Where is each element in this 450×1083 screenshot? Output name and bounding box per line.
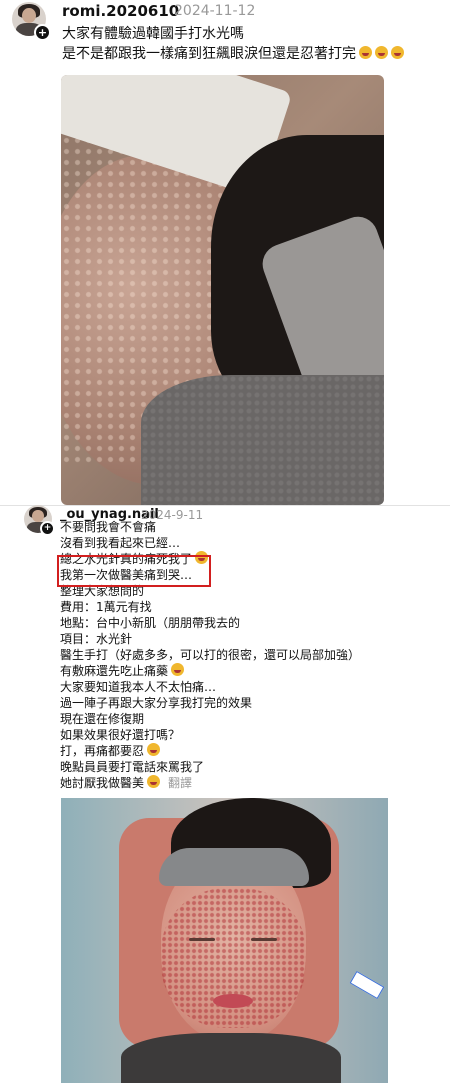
caption-line: 大家要知道我本人不太怕痛… bbox=[60, 680, 217, 694]
caption-line: 現在還在修復期 bbox=[60, 712, 145, 726]
crying-emoji-icon bbox=[147, 743, 161, 756]
post-romi: + romi.2020610 2024-11-12 大家有體驗過韓國手打水光嗎 … bbox=[0, 0, 450, 505]
username[interactable]: romi.2020610 bbox=[62, 2, 179, 20]
caption-line: 是不是都跟我一樣痛到狂飆眼淚但還是忍著打完 bbox=[62, 44, 404, 64]
caption-line: 費用：1萬元有找 bbox=[60, 600, 152, 614]
caption-line-text: 打，再痛都要忍 bbox=[60, 744, 145, 758]
caption-line: 如果效果很好還打嗎？ bbox=[60, 728, 181, 742]
post-ou-ynag: + _ou_ynag.nail 2024-9-11 不要問我會不會痛 沒看到我看… bbox=[0, 505, 450, 1083]
caption-line: 醫生手打（好處多多，可以打的很密，還可以局部加強） bbox=[60, 648, 361, 662]
follow-plus-icon[interactable]: + bbox=[34, 24, 51, 41]
caption-line-text: 她討厭我做醫美 bbox=[60, 776, 145, 790]
caption-line: 項目：水光針 bbox=[60, 632, 133, 646]
rolling-laughing-emoji-icon bbox=[147, 775, 161, 788]
caption-line: 過一陣子再跟大家分享我打完的效果 bbox=[60, 696, 253, 710]
post-photo[interactable] bbox=[61, 798, 388, 1083]
post-date: 2024-11-12 bbox=[174, 3, 256, 19]
caption-line: 有敷麻還先吃止痛藥 bbox=[60, 663, 440, 679]
rolling-laughing-emoji-icon bbox=[375, 46, 388, 59]
rolling-laughing-emoji-icon bbox=[359, 46, 372, 59]
highlight-box bbox=[57, 555, 211, 587]
caption-line: 她討厭我做醫美 翻譯 bbox=[60, 775, 440, 791]
translate-link[interactable]: 翻譯 bbox=[168, 776, 192, 790]
caption-line: 沒看到我看起來已經… bbox=[60, 536, 181, 550]
pill-emoji-icon bbox=[171, 663, 185, 676]
follow-plus-icon[interactable]: + bbox=[40, 521, 55, 536]
caption-line-text: 是不是都跟我一樣痛到狂飆眼淚但還是忍著打完 bbox=[62, 46, 356, 62]
rolling-laughing-emoji-icon bbox=[391, 46, 404, 59]
caption-line: 不要問我會不會痛 bbox=[60, 520, 157, 534]
caption-line: 地點：台中小新肌（朋朋帶我去的 bbox=[60, 616, 241, 630]
caption-line: 打，再痛都要忍 bbox=[60, 743, 440, 759]
caption-line-text: 有敷麻還先吃止痛藥 bbox=[60, 664, 169, 678]
post-caption: 大家有體驗過韓國手打水光嗎 是不是都跟我一樣痛到狂飆眼淚但還是忍著打完 bbox=[62, 24, 404, 64]
post-photo[interactable] bbox=[61, 75, 384, 505]
caption-line: 晚點員員要打電話來罵我了 bbox=[60, 760, 205, 774]
caption-line: 大家有體驗過韓國手打水光嗎 bbox=[62, 26, 244, 42]
